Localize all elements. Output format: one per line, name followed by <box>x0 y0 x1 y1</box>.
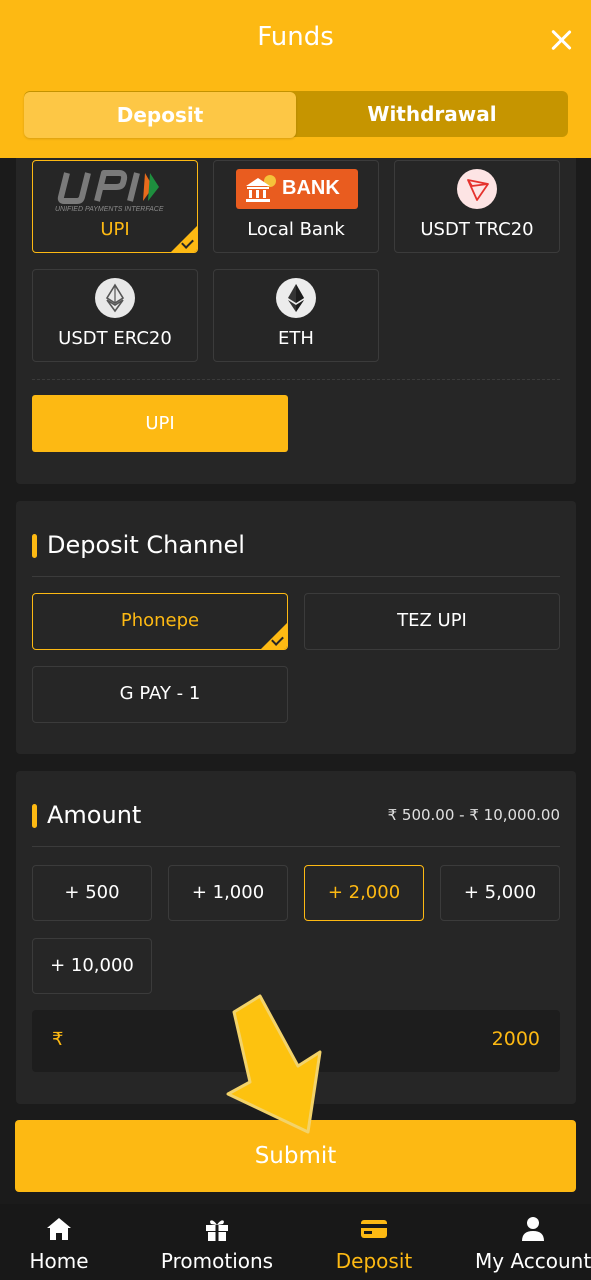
tab-deposit[interactable]: Deposit <box>24 92 296 138</box>
upi-logo: UNIFIED PAYMENTS INTERFACE <box>55 170 164 213</box>
preset-1000[interactable]: + 1,000 <box>168 865 288 921</box>
method-label: USDT ERC20 <box>58 328 172 349</box>
divider <box>32 576 560 577</box>
ethereum-icon <box>95 278 135 318</box>
page-title: Funds <box>257 22 334 52</box>
method-local-bank[interactable]: BANK Local Bank <box>213 160 379 253</box>
bank-building-icon <box>246 175 276 202</box>
payment-methods-panel: UNIFIED PAYMENTS INTERFACE UPI BANK Loca… <box>16 150 576 484</box>
method-eth[interactable]: ETH <box>213 269 379 362</box>
preset-10000[interactable]: + 10,000 <box>32 938 152 994</box>
preset-2000[interactable]: + 2,000 <box>304 865 424 921</box>
tron-icon <box>457 169 497 209</box>
method-label: ETH <box>278 328 314 349</box>
channel-gpay-1[interactable]: G PAY - 1 <box>32 666 288 723</box>
header: Funds Deposit Withdrawal <box>0 0 591 158</box>
amount-value: 2000 <box>491 1028 540 1050</box>
bottom-nav: Home Promotions Deposit My Account <box>0 1204 591 1280</box>
ethereum-icon <box>276 278 316 318</box>
card-icon <box>361 1220 387 1238</box>
channel-tez-upi[interactable]: TEZ UPI <box>304 593 560 650</box>
bank-logo: BANK <box>236 169 358 209</box>
amount-range: ₹ 500.00 - ₹ 10,000.00 <box>387 806 560 824</box>
user-icon <box>522 1217 544 1241</box>
bank-logo-text: BANK <box>282 177 340 199</box>
check-icon <box>261 623 287 649</box>
nav-home[interactable]: Home <box>0 1204 118 1280</box>
home-icon <box>47 1218 71 1240</box>
gift-icon <box>206 1220 228 1241</box>
divider <box>32 846 560 847</box>
method-upi[interactable]: UNIFIED PAYMENTS INTERFACE UPI <box>32 160 198 253</box>
method-label: USDT TRC20 <box>420 219 534 240</box>
amount-title: Amount <box>32 801 141 829</box>
channel-phonepe[interactable]: Phonepe <box>32 593 288 650</box>
funds-tabs: Deposit Withdrawal <box>24 91 568 138</box>
currency-symbol: ₹ <box>52 1029 64 1050</box>
preset-5000[interactable]: + 5,000 <box>440 865 560 921</box>
method-label: Local Bank <box>247 219 345 240</box>
close-icon[interactable] <box>547 26 575 54</box>
nav-deposit[interactable]: Deposit <box>315 1204 433 1280</box>
svg-text:UNIFIED PAYMENTS INTERFACE: UNIFIED PAYMENTS INTERFACE <box>55 206 164 213</box>
nav-my-account[interactable]: My Account <box>475 1204 591 1280</box>
preset-500[interactable]: + 500 <box>32 865 152 921</box>
tab-withdrawal[interactable]: Withdrawal <box>296 91 568 137</box>
divider <box>32 379 560 380</box>
pointer-arrow-icon <box>226 994 322 1134</box>
upi-option-button[interactable]: UPI <box>32 395 288 452</box>
check-icon <box>171 226 197 252</box>
method-usdt-erc20[interactable]: USDT ERC20 <box>32 269 198 362</box>
method-usdt-trc20[interactable]: USDT TRC20 <box>394 160 560 253</box>
nav-promotions[interactable]: Promotions <box>148 1204 286 1280</box>
deposit-channel-title: Deposit Channel <box>32 531 245 559</box>
deposit-channel-panel: Deposit Channel Phonepe TEZ UPI G PAY - … <box>16 501 576 754</box>
